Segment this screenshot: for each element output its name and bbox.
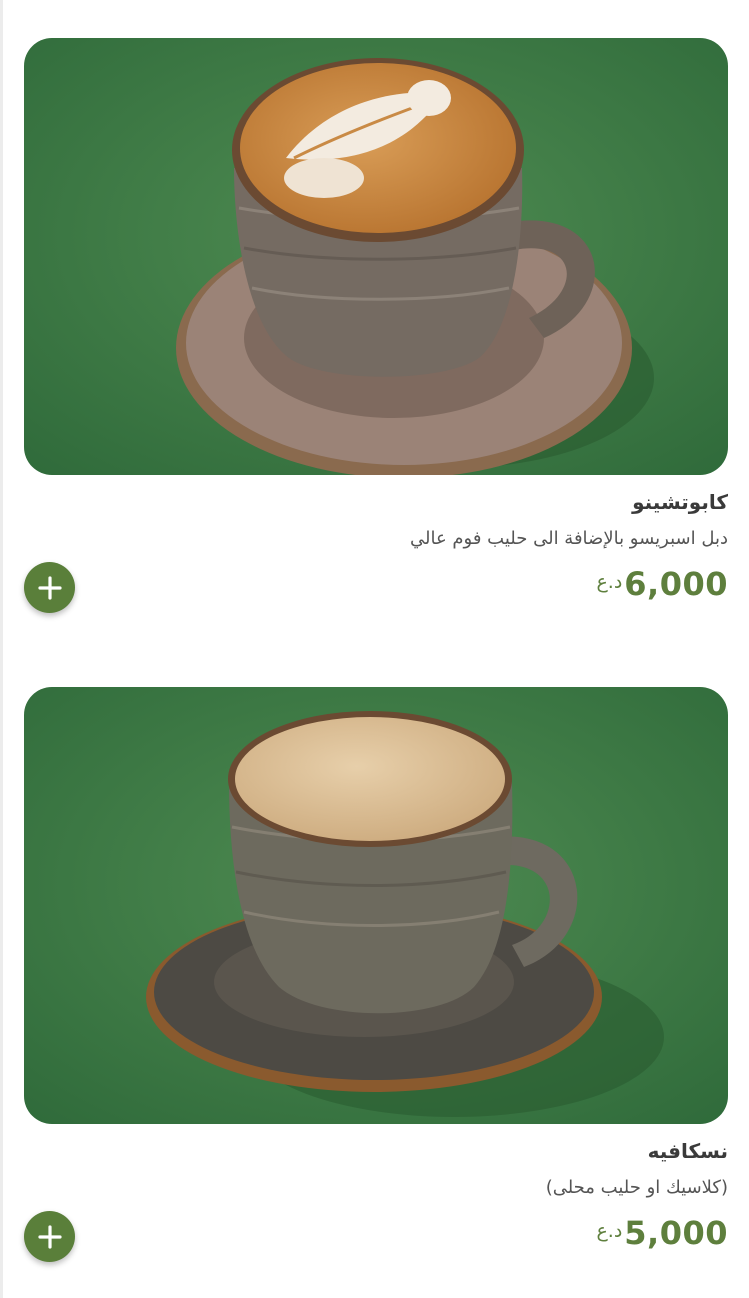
item-price: د.ع 6,000 xyxy=(596,565,728,603)
price-amount: 5,000 xyxy=(624,1214,728,1252)
product-photo[interactable] xyxy=(24,38,728,475)
item-description: (كلاسيك او حليب محلى) xyxy=(545,1177,728,1198)
product-photo[interactable] xyxy=(24,687,728,1124)
item-title: نسكافيه xyxy=(647,1139,728,1163)
currency-label: د.ع xyxy=(596,1220,623,1242)
price-amount: 6,000 xyxy=(624,565,728,603)
plus-icon xyxy=(37,1224,62,1249)
scroll-edge xyxy=(0,0,3,1298)
menu-item-card[interactable]: كابوتشينو دبل اسبريسو بالإضافة الى حليب … xyxy=(24,38,728,613)
currency-label: د.ع xyxy=(596,571,623,593)
item-title: كابوتشينو xyxy=(632,490,728,514)
plus-icon xyxy=(37,575,62,600)
item-description: دبل اسبريسو بالإضافة الى حليب فوم عالي xyxy=(409,528,728,549)
add-to-cart-button[interactable] xyxy=(24,562,75,613)
add-to-cart-button[interactable] xyxy=(24,1211,75,1262)
item-price: د.ع 5,000 xyxy=(596,1214,728,1252)
menu-item-card[interactable]: نسكافيه (كلاسيك او حليب محلى) د.ع 5,000 xyxy=(24,687,728,1262)
